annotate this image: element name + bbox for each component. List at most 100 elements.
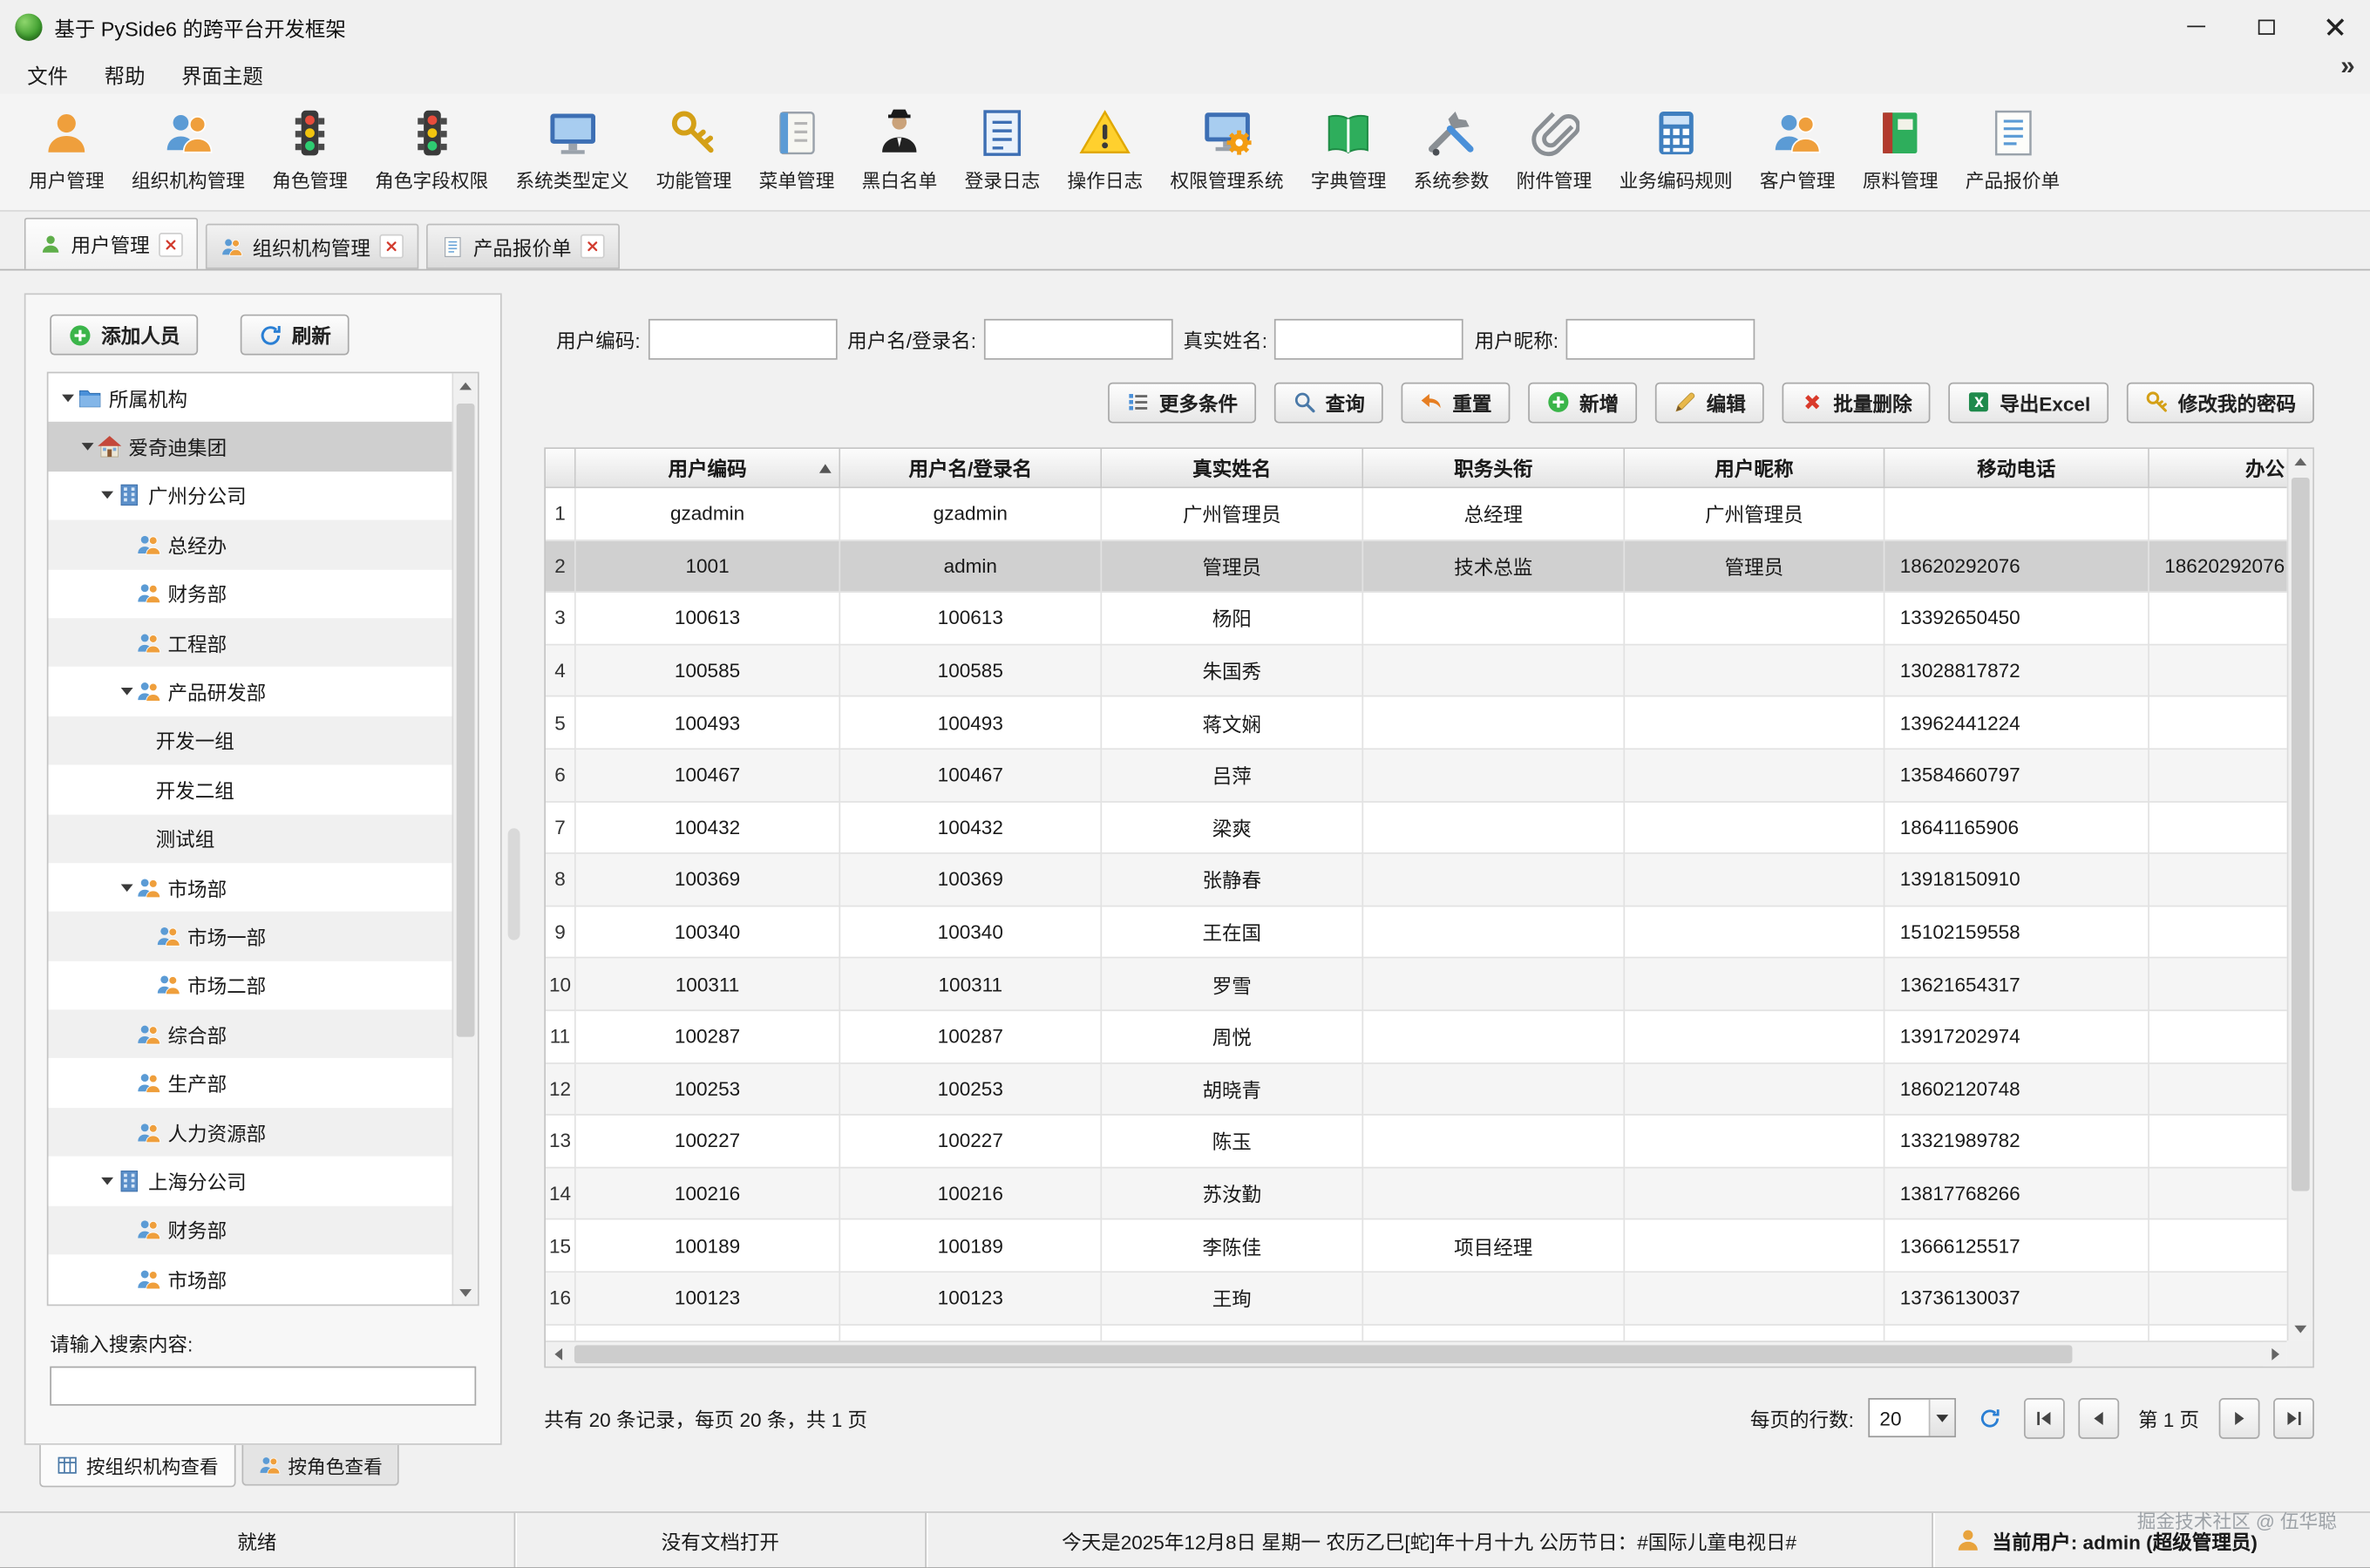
tab-view-by-role[interactable]: 按角色查看 xyxy=(241,1445,399,1486)
edit-button[interactable]: 编辑 xyxy=(1655,382,1764,423)
table-row[interactable]: 16100123100123王珣13736130037 xyxy=(546,1273,2287,1325)
toolbar-item-user-management[interactable]: 用户管理 xyxy=(15,101,118,200)
maximize-button[interactable] xyxy=(2231,0,2301,53)
tree-node-13[interactable]: 综合部 xyxy=(48,1010,452,1059)
real-name-input[interactable] xyxy=(1275,318,1464,359)
tree-node-2[interactable]: 广州分公司 xyxy=(48,472,452,520)
user-code-input[interactable] xyxy=(648,318,837,359)
login-name-input[interactable] xyxy=(984,318,1173,359)
tab-org-management[interactable]: 组织机构管理 xyxy=(206,224,419,269)
column-header-5[interactable]: 用户昵称 xyxy=(1625,449,1884,488)
table-row[interactable]: 15100189100189李陈佳项目经理13666125517 xyxy=(546,1220,2287,1273)
tree-node-7[interactable]: 开发一组 xyxy=(48,716,452,765)
scroll-left-button[interactable] xyxy=(546,1342,570,1367)
table-row[interactable]: 7100432100432梁爽18641165906 xyxy=(546,802,2287,854)
tree-node-16[interactable]: 上海分公司 xyxy=(48,1157,452,1205)
expander-icon[interactable] xyxy=(61,394,73,402)
tree-node-12[interactable]: 市场二部 xyxy=(48,960,452,1009)
tab-product-quotation[interactable]: 产品报价单 xyxy=(426,224,620,269)
column-header-2[interactable]: 用户名/登录名 xyxy=(840,449,1102,488)
toolbar-item-black-white-list[interactable]: 黑白名单 xyxy=(848,101,951,200)
menu-item-2[interactable]: 界面主题 xyxy=(163,56,281,92)
column-header-6[interactable]: 移动电话 xyxy=(1884,449,2149,488)
expander-icon[interactable] xyxy=(81,443,93,451)
table-row[interactable]: 3100613100613杨阳13392650450 xyxy=(546,593,2287,645)
more-conditions-button[interactable]: 更多条件 xyxy=(1108,382,1256,423)
scroll-down-button[interactable] xyxy=(2288,1316,2312,1341)
add-person-button[interactable]: 添加人员 xyxy=(50,315,198,356)
tree-node-5[interactable]: 工程部 xyxy=(48,618,452,667)
tree-node-18[interactable]: 市场部 xyxy=(48,1254,452,1303)
toolbar-item-attachment-management[interactable]: 附件管理 xyxy=(1503,101,1606,200)
last-page-button[interactable] xyxy=(2273,1397,2314,1438)
scroll-down-button[interactable] xyxy=(453,1280,478,1305)
export-excel-button[interactable]: 导出Excel xyxy=(1948,382,2109,423)
toolbar-item-role-field-permission[interactable]: 角色字段权限 xyxy=(362,101,502,200)
toolbar-item-role-management[interactable]: 角色管理 xyxy=(259,101,362,200)
menu-item-0[interactable]: 文件 xyxy=(9,56,85,92)
toolbar-item-dictionary-management[interactable]: 字典管理 xyxy=(1297,101,1400,200)
table-row[interactable]: 17100096100096邓苏芸13675820241 xyxy=(546,1325,2287,1341)
toolbar-item-operation-log[interactable]: 操作日志 xyxy=(1054,101,1157,200)
tree-search-input[interactable] xyxy=(50,1367,476,1406)
table-row[interactable]: 21001admin管理员技术总监管理员18620292076186202920… xyxy=(546,540,2287,593)
tab-user-management[interactable]: 用户管理 xyxy=(24,218,198,269)
tree-scrollbar[interactable] xyxy=(452,373,477,1304)
table-row[interactable]: 1gzadmingzadmin广州管理员总经理广州管理员 xyxy=(546,488,2287,540)
tree-node-14[interactable]: 生产部 xyxy=(48,1059,452,1108)
nickname-input[interactable] xyxy=(1566,318,1755,359)
toolbar-item-customer-management[interactable]: 客户管理 xyxy=(1746,101,1849,200)
tree-node-15[interactable]: 人力资源部 xyxy=(48,1108,452,1157)
table-row[interactable]: 14100216100216苏汝勤13817768266 xyxy=(546,1168,2287,1220)
tab-close-icon[interactable] xyxy=(581,234,605,259)
table-horizontal-scrollbar[interactable] xyxy=(546,1341,2287,1366)
tree-node-1[interactable]: 爱奇迪集团 xyxy=(48,422,452,471)
tree-node-3[interactable]: 总经办 xyxy=(48,520,452,569)
toolbar-overflow-button[interactable]: » xyxy=(2334,45,2360,88)
reset-button[interactable]: 重置 xyxy=(1401,382,1510,423)
table-row[interactable]: 12100253100253胡晓青18602120748 xyxy=(546,1063,2287,1116)
table-row[interactable]: 10100311100311罗雪13621654317 xyxy=(546,959,2287,1011)
scroll-up-button[interactable] xyxy=(453,373,478,397)
table-row[interactable]: 13100227100227陈玉13321989782 xyxy=(546,1116,2287,1168)
table-row[interactable]: 11100287100287周悦13917202974 xyxy=(546,1011,2287,1063)
tree-node-0[interactable]: 所属机构 xyxy=(48,373,452,422)
expander-icon[interactable] xyxy=(100,492,112,499)
rows-per-page-select[interactable]: 20 xyxy=(1868,1398,1956,1437)
tree-node-6[interactable]: 产品研发部 xyxy=(48,667,452,716)
scroll-up-button[interactable] xyxy=(2288,449,2312,473)
expander-icon[interactable] xyxy=(100,1178,112,1185)
toolbar-item-business-code-rules[interactable]: 业务编码规则 xyxy=(1606,101,1746,200)
tree-node-4[interactable]: 财务部 xyxy=(48,569,452,618)
add-button[interactable]: 新增 xyxy=(1528,382,1637,423)
scrollbar-thumb[interactable] xyxy=(457,404,475,1036)
tab-view-by-org[interactable]: 按组织机构查看 xyxy=(39,1445,235,1488)
tree-node-8[interactable]: 开发二组 xyxy=(48,765,452,814)
minimize-button[interactable] xyxy=(2162,0,2231,53)
toolbar-item-system-params[interactable]: 系统参数 xyxy=(1400,101,1503,200)
column-header-3[interactable]: 真实姓名 xyxy=(1102,449,1363,488)
column-header-0[interactable] xyxy=(546,449,576,488)
table-vertical-scrollbar[interactable] xyxy=(2287,449,2312,1341)
column-header-1[interactable]: 用户编码 xyxy=(576,449,840,488)
table-row[interactable]: 6100467100467吕萍13584660797 xyxy=(546,750,2287,802)
first-page-button[interactable] xyxy=(2023,1397,2064,1438)
tab-close-icon[interactable] xyxy=(379,234,404,259)
scroll-right-button[interactable] xyxy=(2263,1342,2287,1367)
toolbar-item-system-type-definition[interactable]: 系统类型定义 xyxy=(502,101,642,200)
toolbar-item-permission-system[interactable]: 权限管理系统 xyxy=(1157,101,1297,200)
table-row[interactable]: 5100493100493蒋文娴13962441224 xyxy=(546,697,2287,750)
expander-icon[interactable] xyxy=(120,884,132,892)
chevron-down-icon[interactable] xyxy=(1928,1400,1953,1436)
splitter-handle[interactable] xyxy=(508,828,520,940)
toolbar-item-org-management[interactable]: 组织机构管理 xyxy=(118,101,258,200)
tree-node-17[interactable]: 财务部 xyxy=(48,1205,452,1254)
toolbar-item-login-log[interactable]: 登录日志 xyxy=(951,101,1054,200)
toolbar-item-function-management[interactable]: 功能管理 xyxy=(642,101,745,200)
change-password-button[interactable]: 修改我的密码 xyxy=(2127,382,2314,423)
toolbar-item-product-quotation[interactable]: 产品报价单 xyxy=(1952,101,2074,200)
toolbar-item-material-management[interactable]: 原料管理 xyxy=(1849,101,1952,200)
tab-close-icon[interactable] xyxy=(159,232,183,256)
scrollbar-thumb[interactable] xyxy=(574,1345,2072,1363)
menu-item-1[interactable]: 帮助 xyxy=(86,56,163,92)
